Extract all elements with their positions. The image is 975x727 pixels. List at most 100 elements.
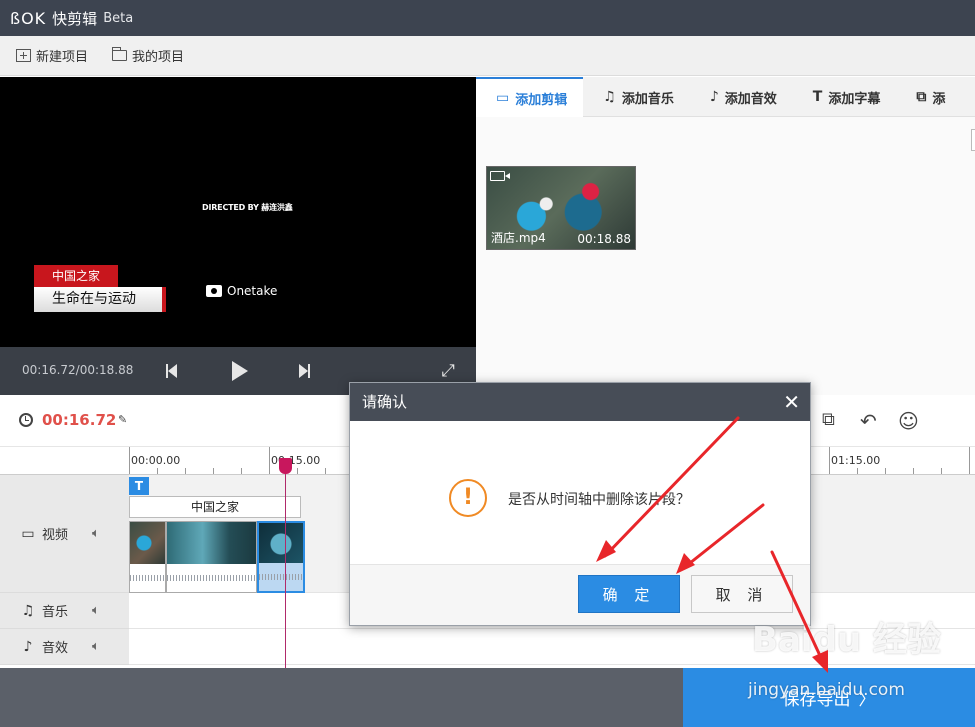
- copy-icon: ⧉: [916, 89, 927, 105]
- media-item[interactable]: 酒店.mp4 00:18.88: [486, 166, 636, 250]
- subtitle-track-icon: T: [129, 477, 149, 495]
- play-button[interactable]: [228, 359, 252, 383]
- audio-waveform: [130, 564, 165, 592]
- media-panel: ▭ 添加剪辑 ♫ 添加音乐 ♪ 添加音效 T 添加字幕 ⧉ 添 酒店.mp4 0…: [476, 77, 975, 395]
- confirm-dialog: 请确认 ✕ ! 是否从时间轴中删除该片段？ 确 定 取 消: [349, 382, 811, 626]
- clock-icon: [19, 413, 33, 427]
- ruler-tick: [857, 468, 858, 474]
- plus-box-icon: [16, 49, 31, 62]
- beta-badge: Beta: [103, 10, 134, 26]
- tab-add-subtitle[interactable]: T 添加字幕: [793, 77, 897, 117]
- speaker-icon[interactable]: 🔈︎: [92, 639, 100, 654]
- my-projects-button[interactable]: 我的项目: [112, 46, 184, 65]
- time-readout: 00:16.72/00:18.88: [22, 363, 134, 377]
- ruler-tick: [829, 447, 830, 474]
- confirm-button[interactable]: 确 定: [578, 575, 680, 613]
- dialog-message: 是否从时间轴中删除该片段？: [508, 492, 690, 508]
- tab-label: 添加音乐: [621, 91, 674, 107]
- ruler-tick: [241, 468, 242, 474]
- video-camera-icon: ▭: [21, 525, 35, 542]
- undo-icon[interactable]: ↶: [860, 409, 877, 433]
- clip-thumbnail: [167, 522, 256, 564]
- ruler-tick: [325, 468, 326, 474]
- close-icon[interactable]: ✕: [783, 383, 800, 421]
- menu-bar: 新建项目 我的项目: [0, 36, 975, 76]
- ruler-spacer: [0, 447, 129, 475]
- skip-previous-icon: [166, 364, 178, 378]
- clip-thumbnail: [259, 523, 303, 565]
- lower-third-title: 中国之家 生命在与运动: [34, 265, 166, 312]
- tab-add-more[interactable]: ⧉ 添: [896, 77, 961, 117]
- ruler-tick: [157, 468, 158, 474]
- ruler-tick: [129, 447, 130, 474]
- tab-add-sound-effect[interactable]: ♪ 添加音效: [690, 77, 793, 117]
- subtitle-clip[interactable]: 中国之家: [129, 496, 301, 518]
- lower-third-bottom: 生命在与运动: [34, 287, 166, 312]
- video-camera-icon: [490, 171, 510, 181]
- speaker-icon[interactable]: 🔈︎: [92, 603, 100, 618]
- media-name: 酒店.mp4: [491, 231, 546, 245]
- track-header-music: ♫ 音乐 🔈︎: [0, 593, 129, 629]
- video-clip-selected[interactable]: [257, 521, 305, 593]
- my-projects-label: 我的项目: [132, 50, 185, 65]
- ruler-tick: [297, 468, 298, 474]
- track-label: 音乐: [42, 605, 69, 620]
- tab-label: 添加字幕: [828, 91, 881, 107]
- camera-icon: [206, 285, 222, 297]
- dialog-body: ! 是否从时间轴中删除该片段？: [350, 421, 810, 565]
- ruler-tick: [913, 468, 914, 474]
- playhead-handle[interactable]: [279, 458, 292, 474]
- brand-text: Onetake: [227, 284, 278, 298]
- track-header-sound: ♪ 音效 🔈︎: [0, 629, 129, 665]
- tab-label: 添加剪辑: [515, 92, 568, 108]
- video-clip[interactable]: [129, 521, 166, 593]
- audio-waveform: [167, 564, 256, 592]
- tab-label: 添加音效: [724, 91, 777, 107]
- text-icon: T: [812, 89, 823, 105]
- tab-bar: ▭ 添加剪辑 ♫ 添加音乐 ♪ 添加音效 T 添加字幕 ⧉ 添: [476, 77, 975, 117]
- ruler-tick: [969, 447, 970, 474]
- playhead-line[interactable]: [285, 464, 286, 668]
- ruler-tick: [885, 468, 886, 474]
- ruler-tick: [213, 468, 214, 474]
- dialog-header: 请确认 ✕: [350, 383, 810, 421]
- next-button[interactable]: [292, 359, 316, 383]
- video-preview[interactable]: DIRECTED BY 赫连洪鑫 中国之家 生命在与运动 Onetake: [0, 77, 476, 347]
- app-logo: ßOK: [10, 8, 47, 28]
- play-icon: [232, 361, 248, 381]
- track-label: 音效: [42, 641, 69, 656]
- current-time: 00:16.72: [42, 411, 117, 429]
- speaker-icon[interactable]: 🔈︎: [92, 526, 100, 541]
- sound-effect-icon: ♪: [23, 638, 33, 655]
- onetake-brand: Onetake: [206, 284, 277, 298]
- copy-icon[interactable]: ⧉: [822, 409, 835, 430]
- track-label: 视频: [42, 528, 69, 543]
- ruler-tick: [269, 447, 270, 474]
- panel-handle[interactable]: [971, 129, 975, 151]
- baidu-watermark: Baidu 经验: [752, 620, 941, 660]
- ruler-label: 01:15.00: [831, 454, 881, 467]
- previous-button[interactable]: [160, 359, 184, 383]
- warning-icon: !: [449, 479, 487, 517]
- media-duration: 00:18.88: [577, 232, 631, 246]
- clip-thumbnail: [130, 522, 165, 564]
- pencil-icon[interactable]: ✎: [118, 413, 127, 426]
- tab-add-music[interactable]: ♫ 添加音乐: [583, 77, 690, 117]
- cancel-button[interactable]: 取 消: [691, 575, 793, 613]
- tab-add-clip[interactable]: ▭ 添加剪辑: [476, 77, 584, 117]
- music-note-icon: ♫: [21, 602, 35, 619]
- dialog-title: 请确认: [362, 393, 408, 411]
- music-note-icon: ♫: [603, 89, 616, 105]
- sound-effect-icon: ♪: [709, 89, 719, 105]
- ruler-tick: [941, 468, 942, 474]
- fullscreen-icon: ⤢: [441, 361, 455, 381]
- video-clip[interactable]: [166, 521, 257, 593]
- lower-third-top: 中国之家: [34, 265, 118, 287]
- video-camera-icon: ▭: [496, 90, 510, 106]
- new-project-button[interactable]: 新建项目: [16, 46, 88, 65]
- fullscreen-button[interactable]: ⤢: [436, 359, 460, 383]
- baidu-watermark-url: jingyan.baidu.com: [748, 680, 905, 700]
- credit-text: DIRECTED BY 赫连洪鑫: [202, 203, 293, 212]
- track-header-video: ▭ 视频 🔈︎: [0, 475, 129, 593]
- sticker-icon[interactable]: ☺: [898, 409, 919, 433]
